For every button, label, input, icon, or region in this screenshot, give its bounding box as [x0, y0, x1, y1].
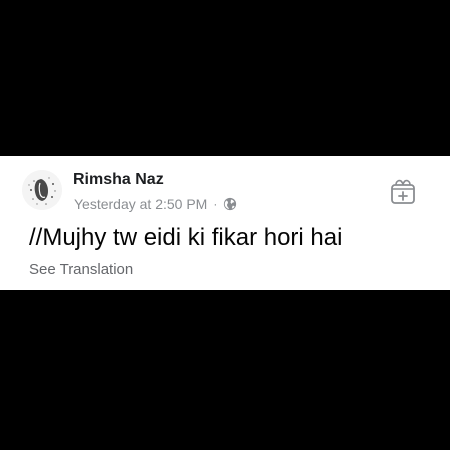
avatar[interactable] [22, 170, 62, 210]
gift-icon[interactable] [390, 177, 416, 205]
avatar-image [22, 170, 62, 210]
post-text: //Mujhy tw eidi ki fikar hori hai [29, 224, 343, 251]
screenshot-frame: Rimsha Naz Yesterday at 2:50 PM · //Mujh… [0, 0, 450, 450]
author-name[interactable]: Rimsha Naz [73, 171, 164, 189]
meta-separator: · [213, 197, 218, 211]
post-timestamp[interactable]: Yesterday at 2:50 PM [74, 196, 207, 212]
globe-icon[interactable] [223, 197, 237, 211]
post-card: Rimsha Naz Yesterday at 2:50 PM · //Mujh… [0, 156, 450, 290]
see-translation-link[interactable]: See Translation [29, 261, 133, 278]
post-meta: Yesterday at 2:50 PM · [74, 196, 237, 212]
